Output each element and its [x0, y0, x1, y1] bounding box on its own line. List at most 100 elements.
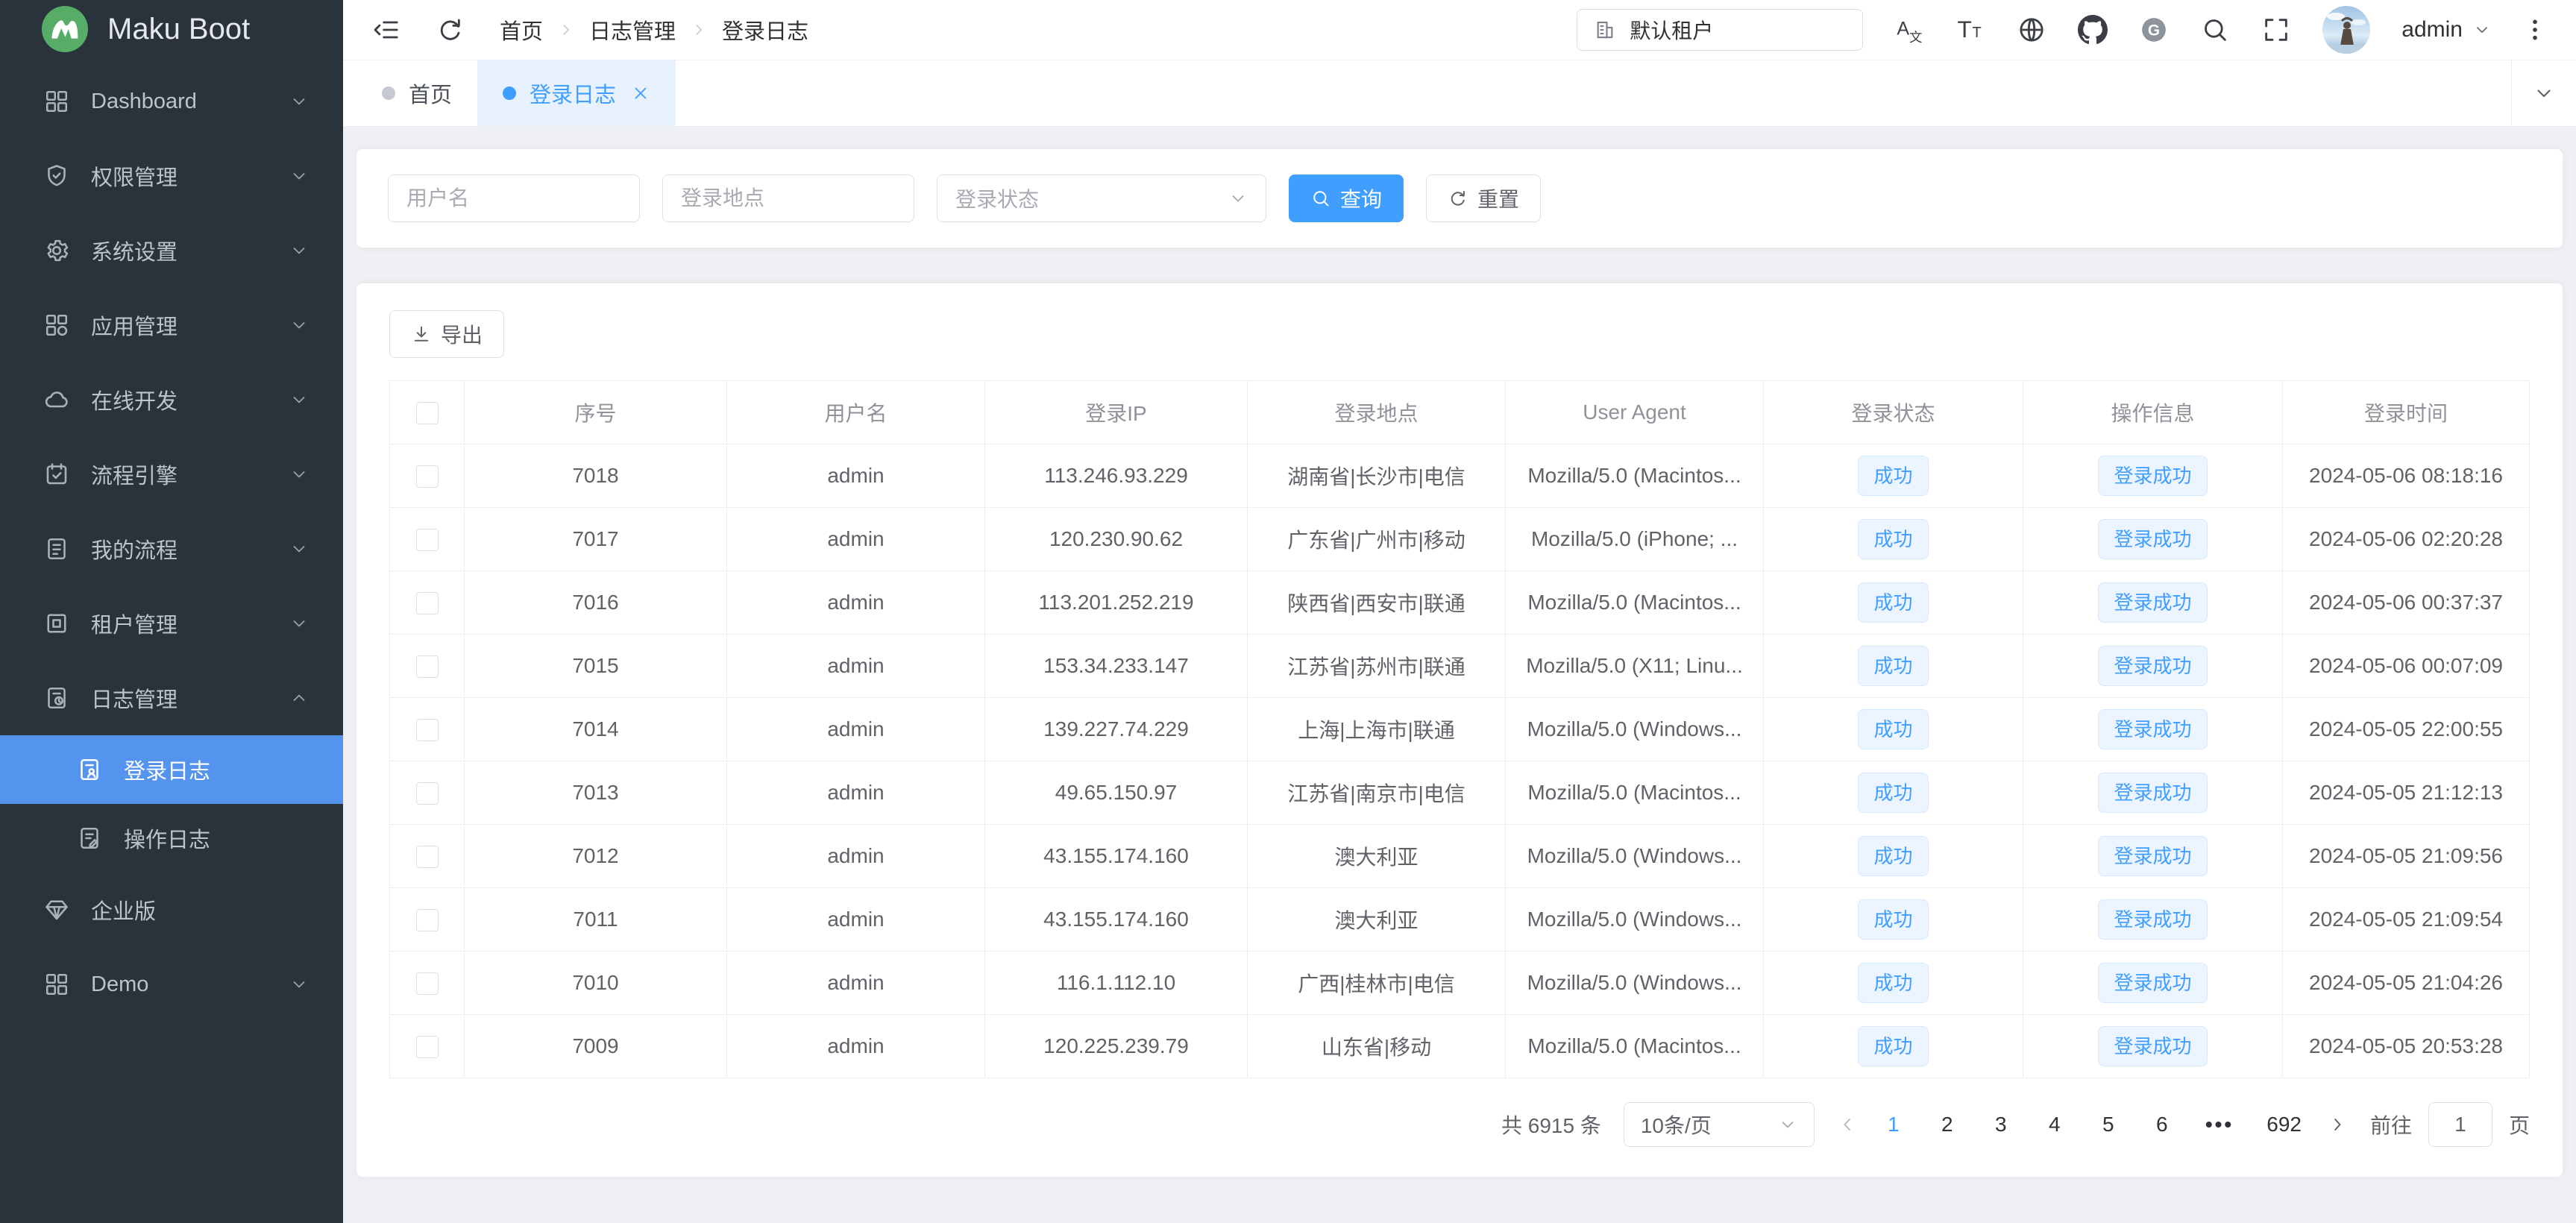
operation-badge: 登录成功 [2098, 899, 2207, 940]
tab-label: 首页 [409, 78, 452, 109]
select-all-header [390, 381, 465, 444]
cell-user-agent: Mozilla/5.0 (Macintos... [1506, 761, 1764, 825]
page-button[interactable]: 4 [2044, 1113, 2065, 1136]
sidebar-item-online-dev[interactable]: 在线开发 [0, 362, 343, 437]
row-checkbox[interactable] [416, 909, 439, 931]
sidebar-item-label: 操作日志 [124, 823, 210, 854]
sidebar-item-system[interactable]: 系统设置 [0, 213, 343, 288]
cell-ip: 49.65.150.97 [985, 761, 1248, 825]
username-input[interactable] [388, 175, 640, 222]
page-button[interactable]: 3 [1991, 1113, 2011, 1136]
cell-time: 2024-05-06 02:20:28 [2283, 508, 2530, 571]
sidebar-item-apps[interactable]: 应用管理 [0, 288, 343, 362]
shield-icon [43, 163, 70, 189]
row-checkbox[interactable] [416, 529, 439, 551]
page-button[interactable]: 2 [1937, 1113, 1958, 1136]
row-checkbox[interactable] [416, 1036, 439, 1058]
sidebar-item-my-flow[interactable]: 我的流程 [0, 512, 343, 586]
cell-select [390, 825, 465, 888]
status-select[interactable]: 登录状态 [937, 175, 1266, 222]
user-menu[interactable]: admin [2401, 17, 2491, 43]
translate-icon[interactable]: A文 [1894, 15, 1924, 45]
page-button-last[interactable]: 692 [2266, 1113, 2302, 1136]
prev-page-button[interactable] [1837, 1114, 1858, 1135]
query-button[interactable]: 查询 [1289, 175, 1404, 222]
tabs-bar: 首页 登录日志 [343, 60, 2576, 127]
cell-select [390, 508, 465, 571]
reset-button[interactable]: 重置 [1426, 175, 1541, 222]
row-checkbox[interactable] [416, 972, 439, 995]
goto-page-input[interactable] [2428, 1102, 2492, 1147]
select-all-checkbox[interactable] [416, 402, 439, 424]
breadcrumb: 首页日志管理登录日志 [500, 14, 808, 45]
cell-user-agent: Mozilla/5.0 (Macintos... [1506, 571, 1764, 635]
avatar[interactable] [2322, 6, 2370, 54]
kebab-menu-icon[interactable] [2522, 17, 2548, 43]
page-button[interactable]: 6 [2152, 1113, 2173, 1136]
sidebar-item-login-log[interactable]: 登录日志 [0, 735, 343, 804]
row-checkbox[interactable] [416, 592, 439, 614]
export-button[interactable]: 导出 [389, 310, 504, 358]
table-row: 7015 admin 153.34.233.147 江苏省|苏州市|联通 Moz… [390, 635, 2530, 698]
page-button[interactable]: 5 [2098, 1113, 2119, 1136]
cell-location: 江苏省|苏州市|联通 [1248, 635, 1506, 698]
tab-home[interactable]: 首页 [356, 60, 477, 126]
cell-ip: 153.34.233.147 [985, 635, 1248, 698]
sidebar-item-label: Demo [91, 972, 148, 997]
cell-ip: 116.1.112.10 [985, 952, 1248, 1015]
tenant-select[interactable]: 默认租户 [1577, 9, 1863, 51]
row-checkbox[interactable] [416, 465, 439, 488]
breadcrumb-item[interactable]: 首页 [500, 14, 543, 45]
cell-username: admin [727, 1015, 985, 1078]
next-page-button[interactable] [2327, 1114, 2348, 1135]
page-size-select[interactable]: 10条/页 [1624, 1102, 1815, 1147]
sidebar-item-demo[interactable]: Demo [0, 947, 343, 1022]
location-input[interactable] [662, 175, 914, 222]
operation-badge: 登录成功 [2098, 646, 2207, 686]
table-row: 7017 admin 120.230.90.62 广东省|广州市|移动 Mozi… [390, 508, 2530, 571]
building-icon [1594, 19, 1616, 41]
row-checkbox[interactable] [416, 782, 439, 805]
sidebar-item-permission[interactable]: 权限管理 [0, 139, 343, 213]
sidebar-item-label: 企业版 [91, 894, 156, 925]
row-checkbox[interactable] [416, 655, 439, 678]
cell-operation: 登录成功 [2023, 888, 2283, 952]
gitee-icon[interactable]: G [2139, 15, 2169, 45]
refresh-icon[interactable] [436, 15, 465, 45]
close-icon[interactable] [631, 84, 650, 103]
page-button[interactable]: 1 [1883, 1113, 1904, 1136]
github-icon[interactable] [2078, 15, 2108, 45]
cell-user-agent: Mozilla/5.0 (Windows... [1506, 952, 1764, 1015]
cell-user-agent: Mozilla/5.0 (Windows... [1506, 698, 1764, 761]
sidebar-item-flow-engine[interactable]: 流程引擎 [0, 437, 343, 512]
sidebar-item-dashboard[interactable]: Dashboard [0, 64, 343, 139]
tab-login-log[interactable]: 登录日志 [477, 60, 676, 126]
sidebar: Maku Boot Dashboard 权限管理 系统设置 应用管理 在线开发 … [0, 0, 343, 1223]
cell-select [390, 952, 465, 1015]
table-row: 7009 admin 120.225.239.79 山东省|移动 Mozilla… [390, 1015, 2530, 1078]
refresh-icon [1448, 188, 1468, 209]
sidebar-item-enterprise[interactable]: 企业版 [0, 873, 343, 947]
svg-text:文: 文 [1909, 30, 1923, 45]
breadcrumb-item[interactable]: 日志管理 [589, 14, 676, 45]
more-pages-icon[interactable]: ••• [2205, 1113, 2234, 1136]
sidebar-item-op-log[interactable]: 操作日志 [0, 804, 343, 873]
tabs-dropdown-button[interactable] [2511, 60, 2576, 126]
chevron-down-icon [1778, 1115, 1797, 1134]
row-checkbox[interactable] [416, 846, 439, 868]
fullscreen-icon[interactable] [2261, 15, 2291, 45]
table-row: 7013 admin 49.65.150.97 江苏省|南京市|电信 Mozil… [390, 761, 2530, 825]
frame-icon [43, 610, 70, 637]
sidebar-item-tenant[interactable]: 租户管理 [0, 586, 343, 661]
cell-select [390, 698, 465, 761]
doc-lines-icon [43, 535, 70, 562]
collapse-sidebar-icon[interactable] [371, 15, 401, 45]
search-icon[interactable] [2200, 15, 2230, 45]
sidebar-item-label: 我的流程 [91, 533, 178, 565]
globe-icon[interactable] [2017, 15, 2046, 45]
cell-ip: 120.230.90.62 [985, 508, 1248, 571]
chevron-right-icon [691, 22, 707, 38]
font-size-icon[interactable]: TT [1955, 15, 1985, 45]
row-checkbox[interactable] [416, 719, 439, 741]
sidebar-item-log[interactable]: 日志管理 [0, 661, 343, 735]
